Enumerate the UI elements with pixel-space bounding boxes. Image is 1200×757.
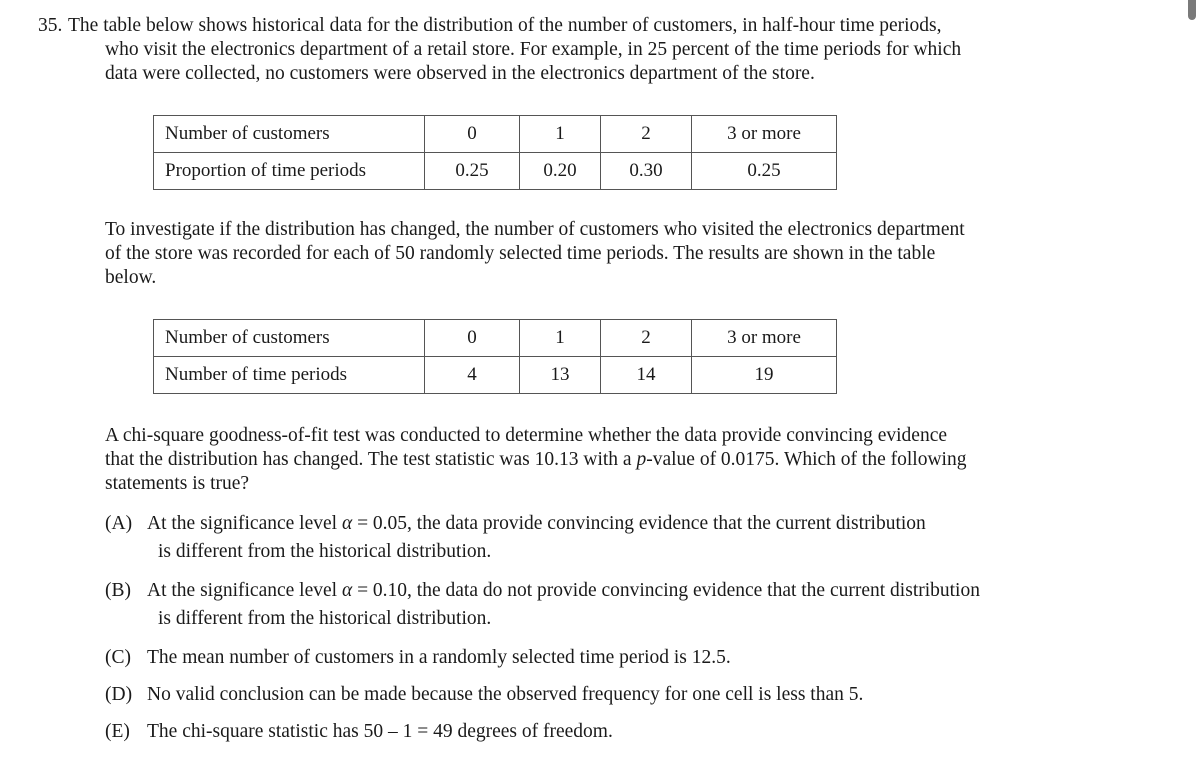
row-label: Number of time periods [153,356,425,394]
table-cell: 13 [519,356,601,394]
table-cell: 4 [424,356,520,394]
table-row: Proportion of time periods 0.25 0.20 0.3… [153,152,837,190]
choice-text: = 0.10, the data do not provide convinci… [352,580,980,601]
table-cell: 0.20 [519,152,601,190]
intro-line: who visit the electronics department of … [105,39,962,60]
observed-counts-table: Number of customers 0 1 2 3 or more Numb… [153,319,837,394]
text-segment: that the distribution has changed. The t… [105,449,637,470]
table-cell: 2 [600,115,692,153]
intro-line: data were collected, no customers were o… [105,63,815,84]
choice-letter: (B) [105,580,131,601]
chi-square-paragraph: A chi-square goodness-of-fit test was co… [105,424,1125,496]
paragraph-line: of the store was recorded for each of 50… [105,243,936,264]
alpha-symbol: α [341,513,353,534]
table-cell: 3 or more [691,115,837,153]
choice-text: At the significance level [147,580,342,601]
choice-letter: (C) [105,647,131,668]
choice-text: The chi-square statistic has 50 – 1 = 49… [147,721,613,742]
choice-c[interactable]: (C) The mean number of customers in a ran… [105,644,731,671]
table-cell: 0.25 [424,152,520,190]
row-label: Proportion of time periods [153,152,425,190]
choice-text: No valid conclusion can be made because … [147,684,864,705]
table-row: Number of customers 0 1 2 3 or more [153,319,837,357]
choice-d[interactable]: (D) No valid conclusion can be made becau… [105,681,863,708]
paragraph-line: A chi-square goodness-of-fit test was co… [105,425,948,446]
choice-b[interactable]: (B) At the significance level α = 0.10, t… [105,577,980,604]
table-cell: 2 [600,319,692,357]
row-label: Number of customers [153,319,425,357]
investigation-paragraph: To investigate if the distribution has c… [105,218,1125,290]
choice-e[interactable]: (E) The chi-square statistic has 50 – 1 =… [105,718,613,745]
paragraph-line: that the distribution has changed. The t… [105,448,1125,472]
table-cell: 3 or more [691,319,837,357]
intro-paragraph: The table below shows historical data fo… [68,14,1148,86]
choice-letter: (D) [105,684,133,705]
choice-text: = 0.05, the data provide convincing evid… [352,513,926,534]
historical-distribution-table: Number of customers 0 1 2 3 or more Prop… [153,115,837,190]
choice-text: The mean number of customers in a random… [147,647,731,668]
question-number: 35. [38,15,63,36]
intro-line: The table below shows historical data fo… [68,15,942,36]
table-cell: 1 [519,319,601,357]
table-cell: 14 [600,356,692,394]
choice-letter: (A) [105,513,133,534]
choice-a-continuation: is different from the historical distrib… [158,541,492,562]
choice-a[interactable]: (A) At the significance level α = 0.05, t… [105,510,926,537]
paragraph-line: To investigate if the distribution has c… [105,219,965,240]
paragraph-line: statements is true? [105,473,250,494]
table-row: Number of customers 0 1 2 3 or more [153,115,837,153]
row-label: Number of customers [153,115,425,153]
alpha-symbol: α [341,580,353,601]
choice-text: At the significance level [147,513,342,534]
table-cell: 0.25 [691,152,837,190]
choice-letter: (E) [105,721,130,742]
table-cell: 0 [424,319,520,357]
choice-b-continuation: is different from the historical distrib… [158,608,492,629]
p-symbol: p [636,449,647,470]
table-row: Number of time periods 4 13 14 19 [153,356,837,394]
table-cell: 0.30 [600,152,692,190]
scrollbar-thumb[interactable] [1188,0,1196,20]
table-cell: 19 [691,356,837,394]
table-cell: 1 [519,115,601,153]
text-segment: -value of 0.0175. Which of the following [646,449,967,470]
table-cell: 0 [424,115,520,153]
paragraph-line: below. [105,267,157,288]
